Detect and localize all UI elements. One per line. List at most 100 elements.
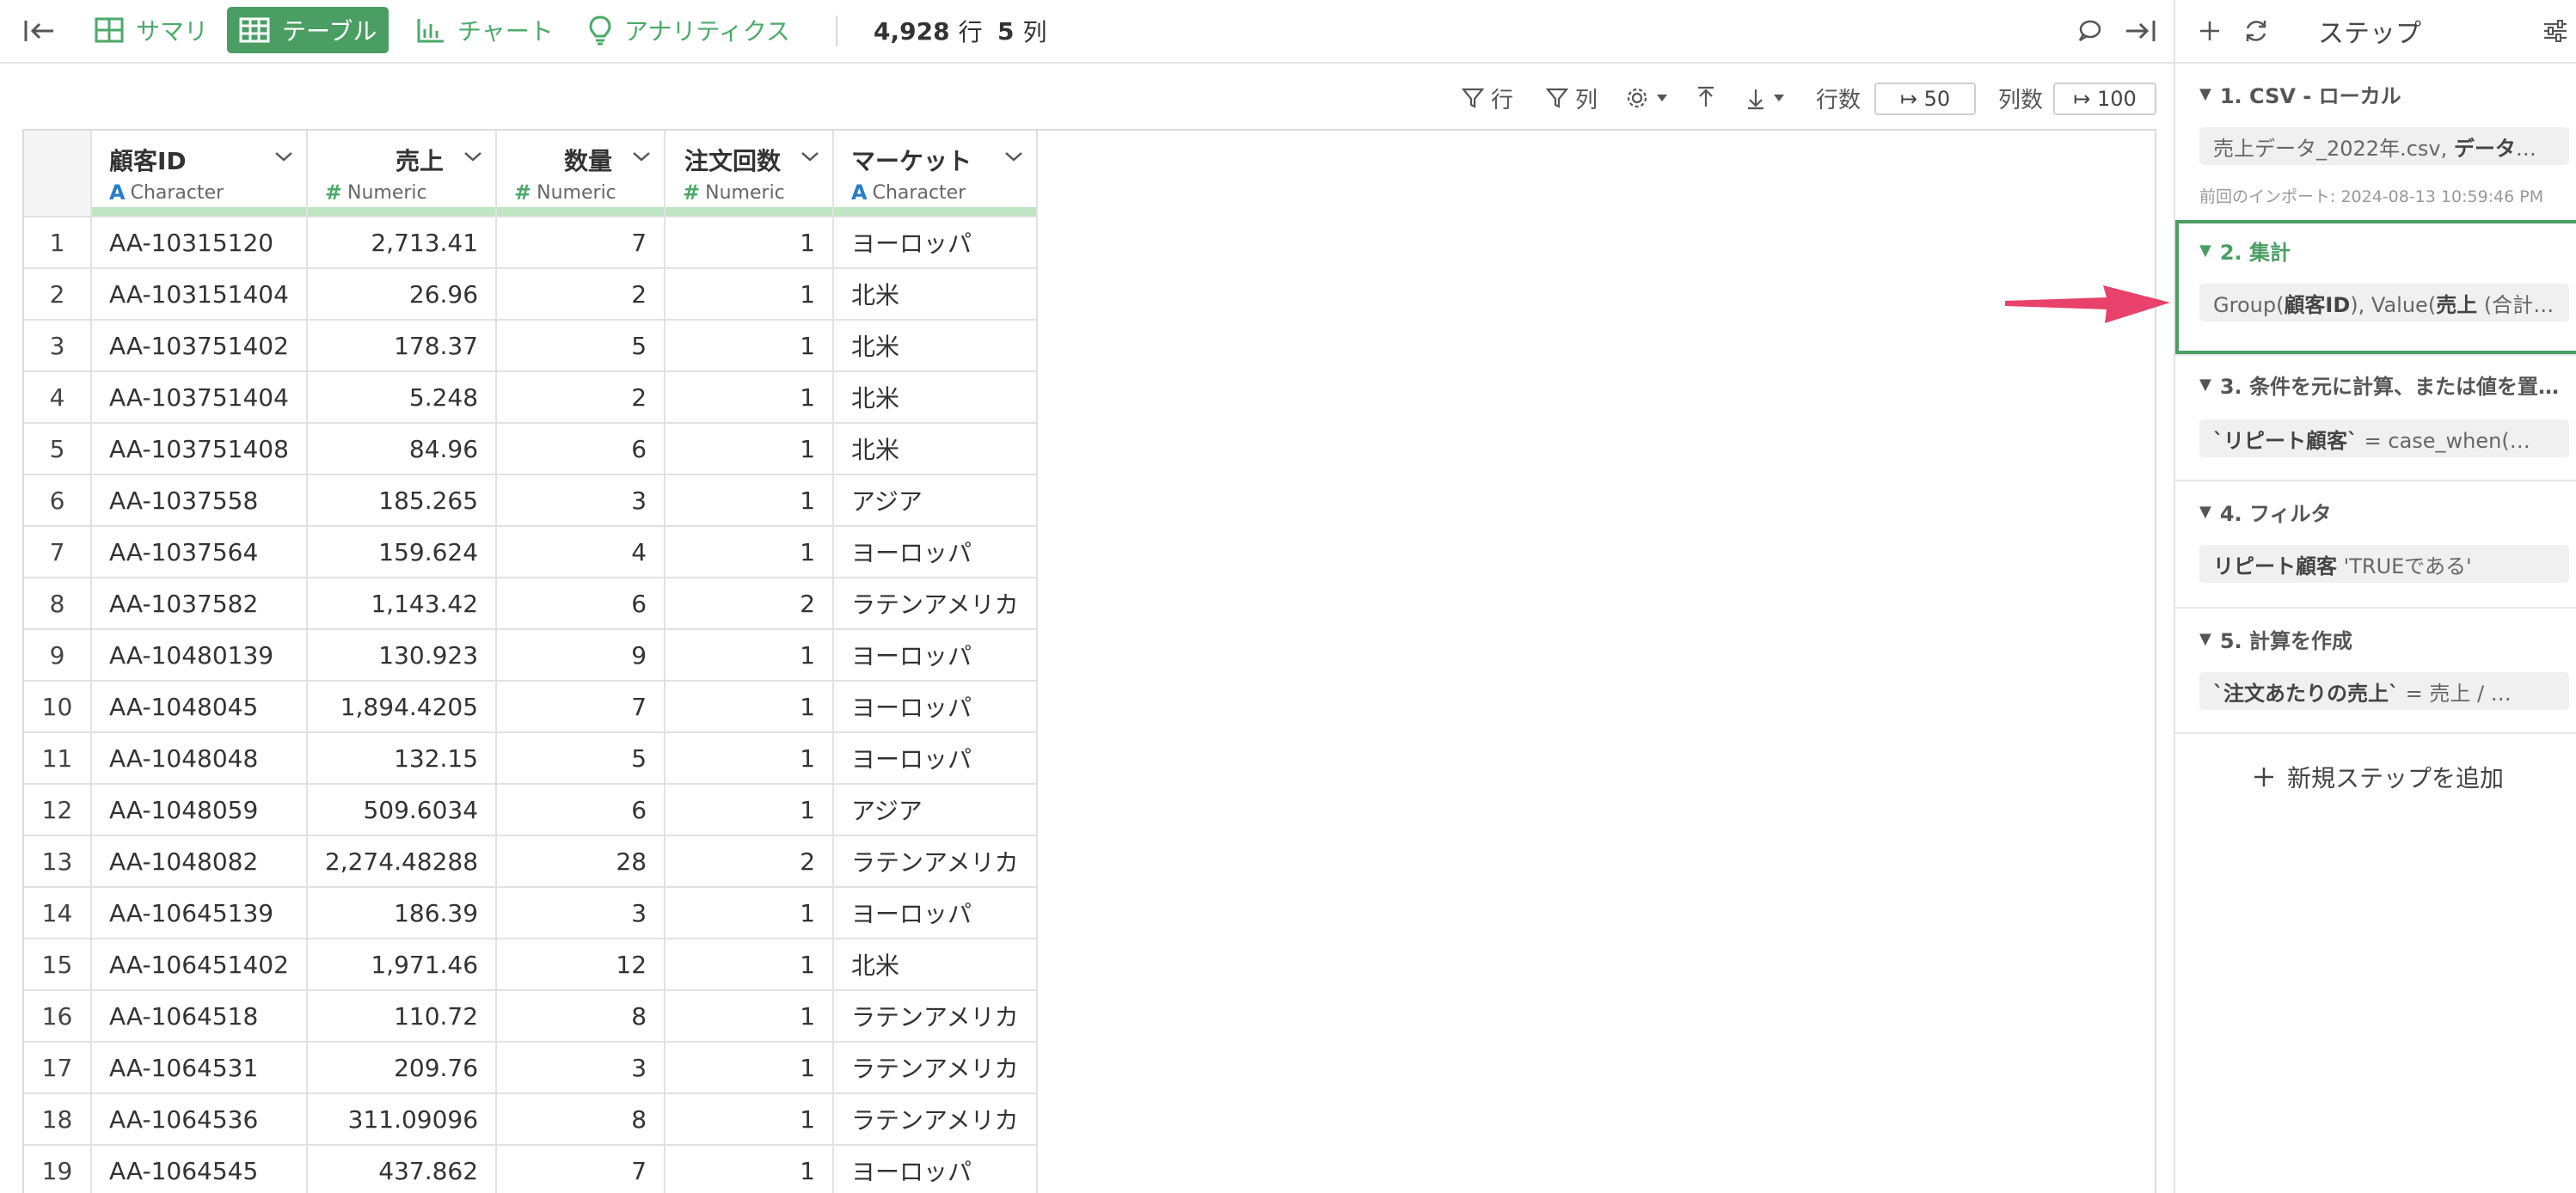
- table-cell[interactable]: AA-10315120: [91, 217, 308, 269]
- table-cell[interactable]: 26.96: [306, 268, 498, 321]
- table-cell[interactable]: 8: [496, 990, 666, 1043]
- chevron-down-icon[interactable]: [631, 150, 652, 163]
- table-cell[interactable]: 2: [496, 371, 666, 424]
- table-cell[interactable]: 北米: [833, 320, 1038, 372]
- table-cell[interactable]: ヨーロッパ: [833, 732, 1038, 785]
- table-cell[interactable]: 1: [665, 629, 835, 682]
- table-cell[interactable]: AA-1048045: [91, 681, 308, 733]
- table-cell[interactable]: AA-1048059: [91, 784, 308, 836]
- table-cell[interactable]: 2,274.48288: [306, 835, 498, 888]
- row-filter-button[interactable]: 行: [1462, 81, 1513, 115]
- table-cell[interactable]: 3: [496, 474, 666, 527]
- chevron-down-icon[interactable]: [463, 150, 483, 163]
- table-cell[interactable]: ラテンアメリカ: [833, 835, 1038, 888]
- table-cell[interactable]: 1: [665, 681, 835, 733]
- table-cell[interactable]: AA-1037558: [91, 474, 308, 527]
- table-cell[interactable]: ラテンアメリカ: [833, 990, 1038, 1043]
- step-1-title[interactable]: ▼ 1. CSV - ローカル: [2199, 79, 2401, 109]
- table-cell[interactable]: 1,143.42: [306, 578, 498, 630]
- table-cell[interactable]: AA-1064531: [91, 1042, 308, 1094]
- table-cell[interactable]: 2,713.41: [306, 217, 498, 269]
- table-cell[interactable]: 7: [496, 681, 666, 733]
- row-index[interactable]: 19: [24, 1145, 92, 1193]
- table-cell[interactable]: 1: [665, 784, 835, 836]
- table-cell[interactable]: 1: [665, 371, 835, 424]
- table-cell[interactable]: 1: [665, 268, 835, 321]
- tab-summary[interactable]: サマリ: [83, 7, 220, 53]
- comment-button[interactable]: [2070, 14, 2108, 48]
- row-index[interactable]: 4: [24, 371, 92, 424]
- table-cell[interactable]: 7: [496, 1145, 666, 1193]
- table-cell[interactable]: 5.248: [306, 371, 498, 424]
- table-cell[interactable]: ラテンアメリカ: [833, 1042, 1038, 1094]
- table-cell[interactable]: 437.862: [306, 1145, 498, 1193]
- table-cell[interactable]: AA-1048082: [91, 835, 308, 888]
- chevron-down-icon[interactable]: [1003, 150, 1024, 163]
- table-cell[interactable]: AA-1064545: [91, 1145, 308, 1193]
- rows-limit-input[interactable]: ↦ 50: [1874, 83, 1976, 115]
- add-step-icon-button[interactable]: [2193, 14, 2227, 48]
- table-cell[interactable]: AA-103751404: [91, 371, 308, 424]
- table-cell[interactable]: 6: [496, 423, 666, 475]
- row-index[interactable]: 16: [24, 990, 92, 1043]
- table-cell[interactable]: 2: [496, 268, 666, 321]
- table-cell[interactable]: 1: [665, 732, 835, 785]
- row-index[interactable]: 8: [24, 578, 92, 630]
- table-cell[interactable]: 186.39: [306, 887, 498, 939]
- table-cell[interactable]: 北米: [833, 268, 1038, 321]
- row-index[interactable]: 1: [24, 217, 92, 269]
- step-5-title[interactable]: ▼ 5. 計算を作成: [2199, 624, 2352, 654]
- collapse-right-button[interactable]: [2119, 14, 2162, 48]
- table-cell[interactable]: 6: [496, 578, 666, 630]
- step-4-title[interactable]: ▼ 4. フィルタ: [2199, 497, 2332, 527]
- table-cell[interactable]: AA-1064536: [91, 1093, 308, 1146]
- row-index[interactable]: 13: [24, 835, 92, 888]
- table-cell[interactable]: アジア: [833, 784, 1038, 836]
- table-cell[interactable]: 1: [665, 1145, 835, 1193]
- table-cell[interactable]: AA-10645139: [91, 887, 308, 939]
- step-3-title[interactable]: ▼ 3. 条件を元に計算、または値を置…: [2199, 370, 2559, 400]
- table-cell[interactable]: 7: [496, 217, 666, 269]
- table-cell[interactable]: AA-1064518: [91, 990, 308, 1043]
- column-header[interactable]: 顧客ID A Character: [91, 131, 308, 217]
- add-new-step-button[interactable]: 新規ステップを追加: [2253, 760, 2504, 794]
- table-cell[interactable]: 3: [496, 1042, 666, 1094]
- refresh-button[interactable]: [2237, 14, 2275, 48]
- step-4-detail[interactable]: リピート顧客 'TRUEである': [2199, 545, 2569, 583]
- column-header[interactable]: 数量 # Numeric: [496, 131, 666, 217]
- table-cell[interactable]: AA-103751408: [91, 423, 308, 475]
- table-cell[interactable]: AA-1048048: [91, 732, 308, 785]
- row-index[interactable]: 18: [24, 1093, 92, 1146]
- table-cell[interactable]: 4: [496, 526, 666, 578]
- column-filter-button[interactable]: 列: [1546, 81, 1598, 115]
- upload-button[interactable]: [1696, 81, 1716, 115]
- panel-settings-button[interactable]: [2538, 14, 2573, 48]
- table-cell[interactable]: ラテンアメリカ: [833, 578, 1038, 630]
- table-cell[interactable]: 110.72: [306, 990, 498, 1043]
- table-cell[interactable]: ヨーロッパ: [833, 217, 1038, 269]
- table-cell[interactable]: AA-10480139: [91, 629, 308, 682]
- tab-table[interactable]: テーブル: [227, 7, 389, 53]
- table-cell[interactable]: 8: [496, 1093, 666, 1146]
- table-cell[interactable]: 130.923: [306, 629, 498, 682]
- table-cell[interactable]: AA-106451402: [91, 939, 308, 991]
- table-cell[interactable]: 178.37: [306, 320, 498, 372]
- table-cell[interactable]: 159.624: [306, 526, 498, 578]
- table-cell[interactable]: 509.6034: [306, 784, 498, 836]
- table-cell[interactable]: 1: [665, 990, 835, 1043]
- cols-limit-input[interactable]: ↦ 100: [2053, 83, 2156, 115]
- table-cell[interactable]: 2: [665, 835, 835, 888]
- table-cell[interactable]: AA-103751402: [91, 320, 308, 372]
- table-cell[interactable]: 5: [496, 732, 666, 785]
- table-cell[interactable]: AA-1037582: [91, 578, 308, 630]
- table-cell[interactable]: 5: [496, 320, 666, 372]
- table-cell[interactable]: ラテンアメリカ: [833, 1093, 1038, 1146]
- row-index[interactable]: 12: [24, 784, 92, 836]
- collapse-left-button[interactable]: [19, 12, 60, 50]
- tab-analytics[interactable]: アナリティクス: [576, 7, 802, 53]
- row-index[interactable]: 9: [24, 629, 92, 682]
- row-index[interactable]: 11: [24, 732, 92, 785]
- table-cell[interactable]: AA-1037564: [91, 526, 308, 578]
- table-cell[interactable]: ヨーロッパ: [833, 526, 1038, 578]
- column-header[interactable]: 注文回数 # Numeric: [665, 131, 835, 217]
